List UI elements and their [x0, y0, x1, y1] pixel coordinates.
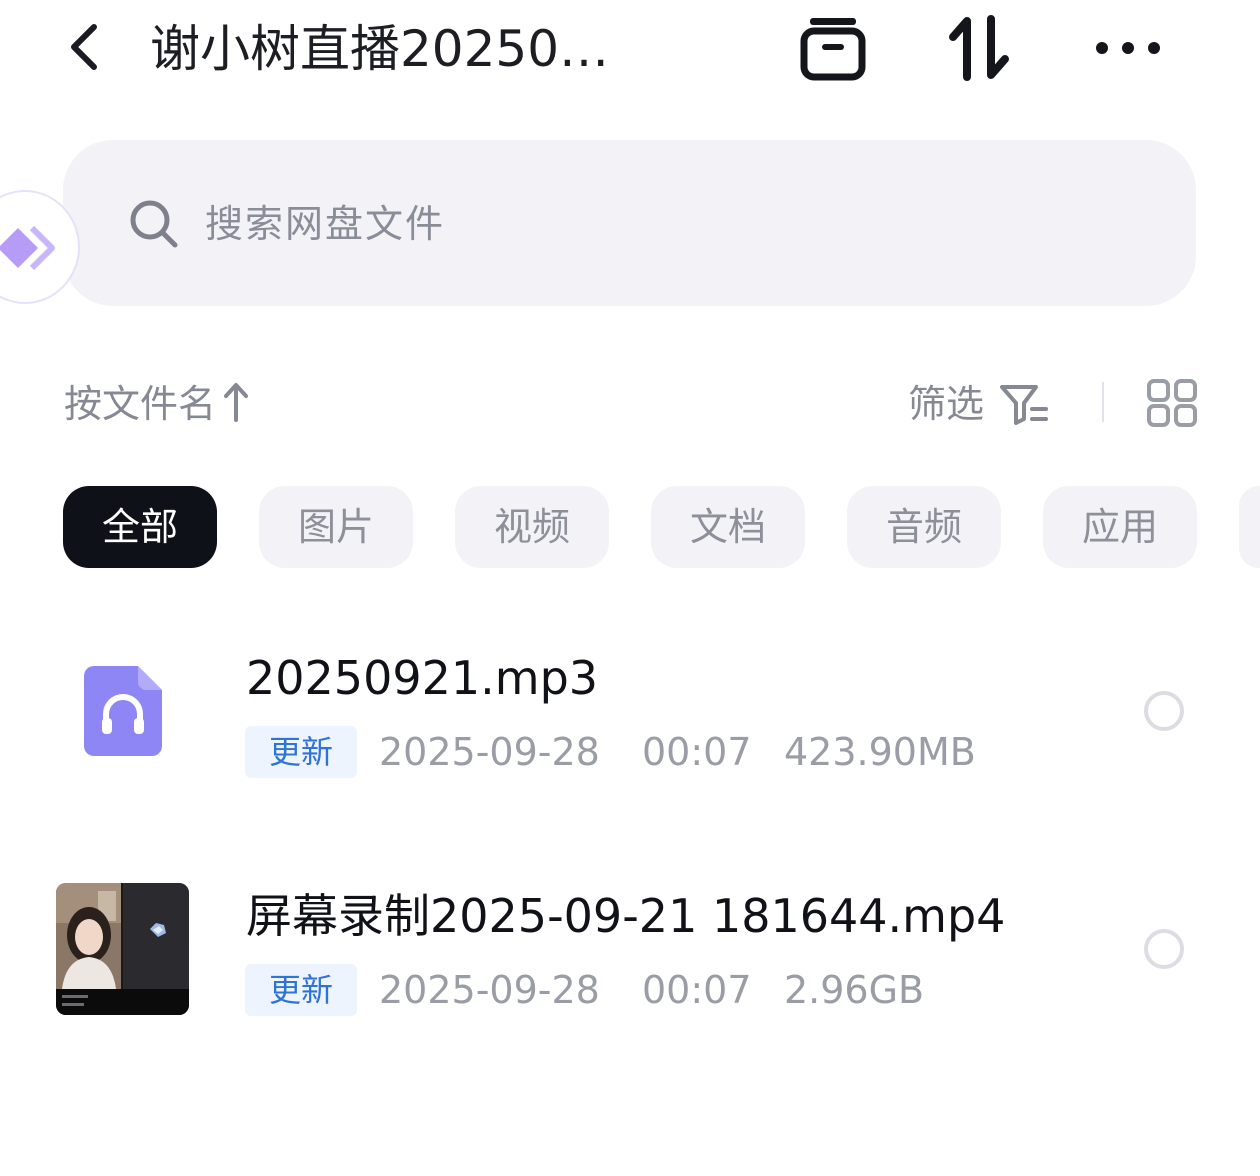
back-button[interactable]: [56, 14, 112, 80]
file-time: 00:07: [642, 968, 752, 1012]
select-radio[interactable]: [1144, 929, 1184, 969]
tab-audio[interactable]: 音频: [847, 486, 1001, 568]
arrow-up-icon: [224, 383, 249, 422]
more-button[interactable]: [1088, 10, 1168, 86]
tab-images[interactable]: 图片: [259, 486, 413, 568]
search-placeholder: 搜索网盘文件: [205, 202, 446, 246]
file-date: 2025-09-28: [379, 730, 600, 774]
page-title: 谢小树直播20250…: [150, 20, 610, 78]
sort-arrows-icon: [949, 15, 1009, 81]
update-badge: 更新: [245, 726, 357, 778]
video-preview-image: [56, 883, 189, 1015]
chevron-left-icon: [71, 24, 97, 70]
file-name: 20250921.mp3: [246, 651, 599, 705]
file-time: 00:07: [642, 730, 752, 774]
audio-file-icon: [84, 666, 162, 756]
search-icon: [130, 200, 178, 248]
floating-assistant-button[interactable]: [0, 190, 80, 304]
more-dots-icon: [1096, 42, 1160, 54]
toolbar-divider: [1102, 382, 1104, 422]
tab-more-partial[interactable]: [1239, 486, 1260, 568]
video-thumbnail: [56, 883, 189, 1015]
assistant-logo-icon: [0, 225, 55, 271]
filter-button[interactable]: 筛选: [908, 376, 1056, 432]
file-size: 423.90MB: [784, 730, 976, 774]
category-tabs: 全部 图片 视频 文档 音频 应用: [0, 486, 1260, 570]
tab-videos[interactable]: 视频: [455, 486, 609, 568]
filter-funnel-icon: [1000, 385, 1049, 425]
sort-by-name-button[interactable]: 按文件名: [64, 376, 250, 432]
sort-order-button[interactable]: [944, 10, 1016, 86]
filter-label: 筛选: [908, 382, 985, 426]
file-date: 2025-09-28: [379, 968, 600, 1012]
top-app-bar: 谢小树直播20250…: [0, 0, 1260, 100]
archive-button[interactable]: [796, 10, 870, 86]
sort-label: 按文件名: [64, 382, 217, 426]
file-list-item[interactable]: 屏幕录制2025-09-21 181644.mp4 更新 2025-09-28 …: [0, 838, 1260, 1058]
file-name: 屏幕录制2025-09-21 181644.mp4: [246, 889, 1006, 943]
select-radio[interactable]: [1144, 691, 1184, 731]
update-badge: 更新: [245, 964, 357, 1016]
tab-all[interactable]: 全部: [63, 486, 217, 568]
file-list-item[interactable]: 20250921.mp3 更新 2025-09-28 00:07 423.90M…: [0, 600, 1260, 820]
tab-apps[interactable]: 应用: [1043, 486, 1197, 568]
tab-documents[interactable]: 文档: [651, 486, 805, 568]
archive-box-icon: [800, 18, 866, 81]
file-size: 2.96GB: [784, 968, 925, 1012]
grid-view-icon[interactable]: [1146, 378, 1198, 428]
